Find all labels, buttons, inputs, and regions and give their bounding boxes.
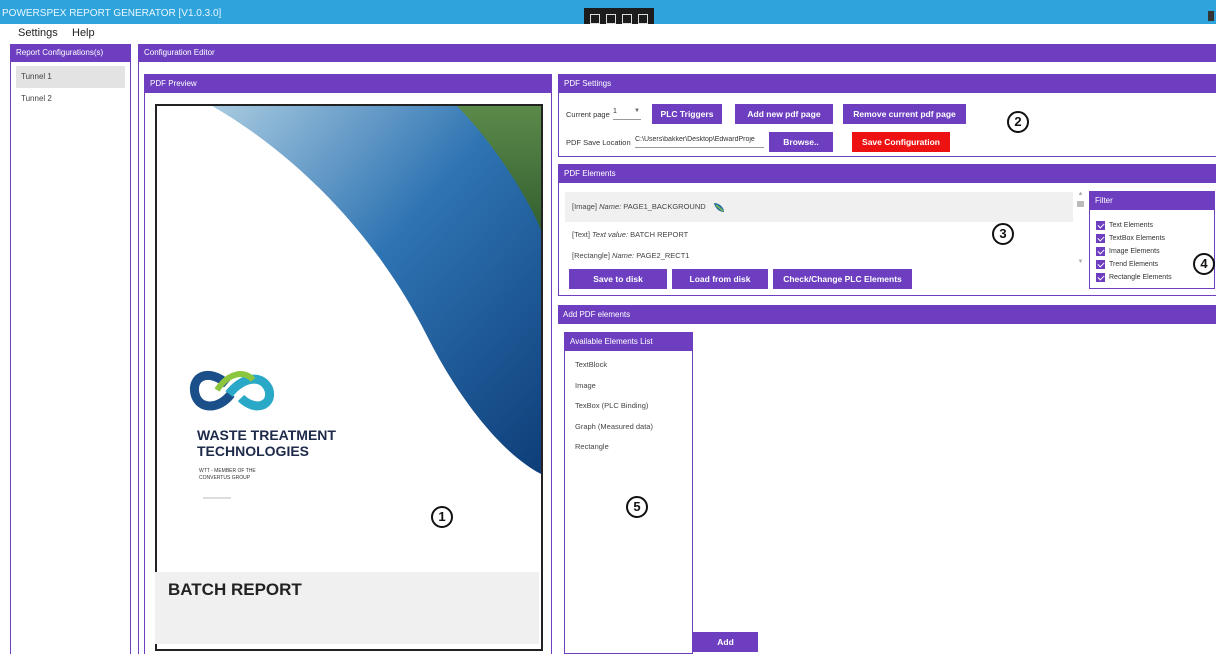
scroll-down-icon[interactable]: ▼ — [1076, 259, 1085, 267]
tagline-line-1: WTT - MEMBER OF THE — [199, 468, 256, 474]
checkbox-icon[interactable] — [1096, 260, 1105, 269]
screen-icon[interactable] — [606, 14, 616, 24]
list-item-rectangle[interactable]: Rectangle — [565, 437, 692, 458]
window-title: POWERSPEX REPORT GENERATOR [V1.0.3.0] — [2, 8, 222, 19]
checkbox-icon[interactable] — [1096, 273, 1105, 282]
menu-help[interactable]: Help — [72, 27, 95, 39]
tagline-line-2: CONVERTUS GROUP — [199, 475, 251, 481]
pdf-preview-panel: PDF Preview WASTE TREATMENT TECHNOLOGIES… — [144, 74, 552, 654]
save-to-disk-button[interactable]: Save to disk — [569, 269, 667, 289]
sidebar-header: Report Configurations(s) — [11, 44, 130, 62]
batch-report-title: BATCH REPORT — [168, 580, 302, 599]
list-item-textblock[interactable]: TextBlock — [565, 355, 692, 376]
leaf-icon — [713, 203, 724, 213]
pdf-settings-panel: PDF Settings Current page 1 ▼ PLC Trigge… — [558, 74, 1216, 157]
add-elements-header: Add PDF elements — [558, 306, 1216, 324]
dropdown-arrow-icon: ▼ — [634, 108, 640, 114]
capture-icon-2[interactable] — [638, 14, 648, 24]
marker-1: 1 — [431, 506, 453, 528]
list-item-graph[interactable]: Graph (Measured data) — [565, 417, 692, 438]
remove-pdf-page-button[interactable]: Remove current pdf page — [843, 104, 966, 124]
elements-header: PDF Elements — [559, 165, 1216, 183]
current-page-select[interactable]: 1 ▼ — [613, 108, 641, 120]
checkbox-icon[interactable] — [1096, 234, 1105, 243]
current-page-label: Current page — [566, 110, 610, 119]
marker-5: 5 — [626, 496, 648, 518]
save-location-label: PDF Save Location — [566, 138, 631, 147]
save-location-input[interactable]: C:\Users\bakker\Desktop\EdwardProje — [635, 136, 764, 148]
add-pdf-page-button[interactable]: Add new pdf page — [735, 104, 833, 124]
checkbox-icon[interactable] — [1096, 247, 1105, 256]
sidebar-item-tunnel-1[interactable]: Tunnel 1 — [16, 66, 125, 88]
add-button[interactable]: Add — [693, 632, 758, 652]
sidebar-item-tunnel-2[interactable]: Tunnel 2 — [11, 88, 130, 110]
list-item-textbox-plc[interactable]: TexBox (PLC Binding) — [565, 396, 692, 417]
browse-button[interactable]: Browse.. — [769, 132, 833, 152]
pdf-elements-panel: PDF Elements [Image] Name: PAGE1_BACKGRO… — [558, 164, 1216, 296]
filter-textbox-elements[interactable]: TextBox Elements — [1090, 232, 1214, 245]
plc-triggers-button[interactable]: PLC Triggers — [652, 104, 722, 124]
minimize-icon[interactable] — [1208, 11, 1214, 21]
load-from-disk-button[interactable]: Load from disk — [672, 269, 768, 289]
available-elements-list: Available Elements List TextBlock Image … — [564, 332, 693, 654]
capture-icon[interactable] — [622, 14, 632, 24]
company-line-1: WASTE TREATMENT — [197, 427, 336, 443]
preview-header: PDF Preview — [145, 75, 551, 93]
pdf-page[interactable]: WASTE TREATMENT TECHNOLOGIES WTT - MEMBE… — [155, 104, 543, 651]
marker-3: 3 — [992, 223, 1014, 245]
title-bar: POWERSPEX REPORT GENERATOR [V1.0.3.0] — [0, 0, 1216, 30]
menu-bar: Settings Help — [0, 24, 1216, 42]
report-config-sidebar: Report Configurations(s) Tunnel 1 Tunnel… — [10, 44, 131, 654]
company-line-2: TECHNOLOGIES — [197, 443, 309, 459]
marker-2: 2 — [1007, 111, 1029, 133]
save-configuration-button[interactable]: Save Configuration — [852, 132, 950, 152]
element-row[interactable]: [Image] Name: PAGE1_BACKGROUND — [565, 192, 1073, 222]
scroll-up-icon[interactable]: ▲ — [1076, 191, 1085, 199]
marker-4: 4 — [1193, 253, 1215, 275]
add-pdf-elements-panel: Add PDF elements Available Elements List… — [558, 305, 1216, 654]
editor-header: Configuration Editor — [139, 44, 1216, 62]
filter-rectangle-elements[interactable]: Rectangle Elements — [1090, 271, 1214, 284]
element-row[interactable]: [Rectangle] Name: PAGE2_RECT1 — [565, 245, 1073, 267]
check-plc-elements-button[interactable]: Check/Change PLC Elements — [773, 269, 912, 289]
checkbox-icon[interactable] — [1096, 221, 1105, 230]
filter-header: Filter — [1090, 192, 1214, 210]
settings-header: PDF Settings — [559, 75, 1216, 93]
list-item-image[interactable]: Image — [565, 376, 692, 397]
elements-scrollbar[interactable]: ▲ ▼ — [1076, 191, 1085, 267]
available-list-header: Available Elements List — [565, 333, 692, 351]
batch-report-block[interactable]: BATCH REPORT — [155, 572, 539, 644]
window-restore-icon[interactable] — [590, 14, 600, 24]
filter-text-elements[interactable]: Text Elements — [1090, 219, 1214, 232]
cover-artwork: WASTE TREATMENT TECHNOLOGIES WTT - MEMBE… — [157, 106, 541, 649]
filter-panel: Filter Text Elements TextBox Elements Im… — [1089, 191, 1215, 289]
scroll-thumb[interactable] — [1077, 201, 1084, 207]
menu-settings[interactable]: Settings — [18, 27, 58, 39]
